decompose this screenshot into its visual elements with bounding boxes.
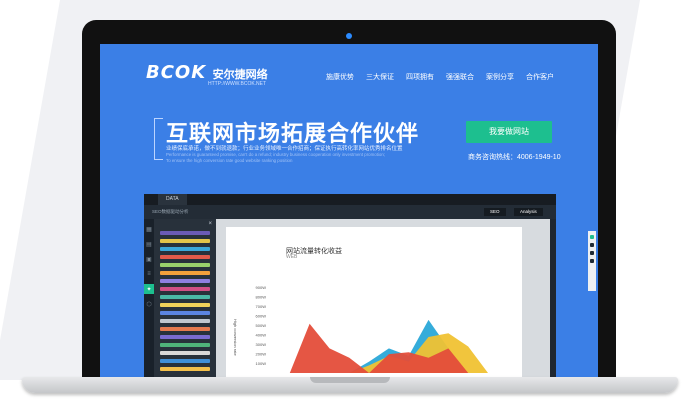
toolbar-title: SEO数据驱动分析 <box>152 209 189 214</box>
color-swatch[interactable] <box>160 311 210 315</box>
analysis-button[interactable]: Analysis <box>514 208 543 216</box>
seo-button[interactable]: SEO <box>484 208 506 216</box>
image-icon[interactable]: ▣ <box>144 254 154 264</box>
cta-button[interactable]: 我要做网站 <box>466 121 552 143</box>
y-tick-label: 800W <box>256 295 267 300</box>
color-swatch[interactable] <box>160 343 210 347</box>
phone-hotline: 商务咨询热线：4006-1949-10 <box>468 154 561 161</box>
logo-cn: 安尔捷网络 <box>212 69 268 81</box>
site-nav: 施康优势 三大保证 四项拥有 强强联合 案例分享 合作客户 <box>326 72 554 82</box>
chart-side-controls <box>588 231 596 291</box>
nav-item-advantage[interactable]: 施康优势 <box>326 72 354 82</box>
zoom-out-icon[interactable] <box>590 243 594 247</box>
color-swatch[interactable] <box>160 279 210 283</box>
color-swatch[interactable] <box>160 287 210 291</box>
laptop-notch <box>310 377 390 383</box>
grid-icon[interactable]: ▦ <box>144 224 154 234</box>
color-swatch[interactable] <box>160 351 210 355</box>
color-swatch[interactable] <box>160 327 210 331</box>
color-swatch[interactable] <box>160 303 210 307</box>
zoom-in-icon[interactable] <box>590 235 594 239</box>
color-swatch[interactable] <box>160 359 210 363</box>
fit-icon[interactable] <box>590 251 594 255</box>
chart-icon[interactable]: ▤ <box>144 239 154 249</box>
color-swatch[interactable] <box>160 271 210 275</box>
area-chart: 900W 800W 700W 600W 500W 400W 300W 200W 100W <box>256 285 488 373</box>
color-swatch[interactable] <box>160 247 210 251</box>
close-icon[interactable]: × <box>208 221 212 227</box>
laptop-screen: BCOK 安尔捷网络 HTTP://WWW.BCOK.NET 施康优势 三大保证… <box>100 44 598 380</box>
site-logo[interactable]: BCOK 安尔捷网络 HTTP://WWW.BCOK.NET <box>146 62 268 87</box>
chart-document: 网站流量转化收益 WEB High conversion rate 900W 80… <box>226 227 522 380</box>
settings-icon[interactable]: ✦ <box>144 284 154 294</box>
y-tick-label: 300W <box>256 342 267 347</box>
color-swatch[interactable] <box>160 255 210 259</box>
hero-bracket <box>154 118 163 160</box>
color-swatch[interactable] <box>160 295 210 299</box>
camera-dot <box>346 33 352 39</box>
y-tick-label: 200W <box>256 352 267 357</box>
color-swatch[interactable] <box>160 263 210 267</box>
hero-english-line-1: Performance is guaranteed promise, can't… <box>166 152 386 157</box>
color-swatch[interactable] <box>160 231 210 235</box>
nav-item-cases[interactable]: 案例分享 <box>486 72 514 82</box>
app-toolbar: SEO数据驱动分析 SEO Analysis <box>144 205 556 219</box>
nav-item-alliance[interactable]: 强强联合 <box>446 72 474 82</box>
chart-canvas: 网站流量转化收益 WEB High conversion rate 900W 80… <box>216 219 596 380</box>
color-swatch[interactable] <box>160 319 210 323</box>
app-sidebar: ▦ ▤ ▣ ≡ ✦ ⬡ <box>144 219 154 380</box>
more-icon[interactable] <box>590 259 594 263</box>
share-icon[interactable]: ⬡ <box>144 299 154 309</box>
nav-item-clients[interactable]: 合作客户 <box>526 72 554 82</box>
hero-subtitle: 业绩保底承诺，做不到就退款；行业业务领域唯一合作招商；保证执行高转化率网站优秀排… <box>166 146 403 152</box>
y-tick-label: 600W <box>256 314 267 319</box>
app-mockup: DATA SEO数据驱动分析 SEO Analysis ▦ ▤ ▣ ≡ ✦ ⬡ … <box>144 194 596 380</box>
hero-english-line-2: To ensure the high conversion rate good … <box>166 158 293 163</box>
y-tick-label: 500W <box>256 323 267 328</box>
color-swatch[interactable] <box>160 335 210 339</box>
color-swatch[interactable] <box>160 367 210 371</box>
tab-data[interactable]: DATA <box>158 194 187 205</box>
app-tabbar: DATA <box>144 194 556 205</box>
color-swatch[interactable] <box>160 239 210 243</box>
logo-text: BCOK <box>146 62 207 83</box>
y-tick-label: 100W <box>256 361 267 366</box>
logo-url: HTTP://WWW.BCOK.NET <box>208 81 267 87</box>
nav-item-guarantee[interactable]: 三大保证 <box>366 72 394 82</box>
nav-item-own[interactable]: 四项拥有 <box>406 72 434 82</box>
laptop-frame: BCOK 安尔捷网络 HTTP://WWW.BCOK.NET 施康优势 三大保证… <box>82 20 616 380</box>
y-tick-label: 400W <box>256 333 267 338</box>
y-tick-label: 900W <box>256 285 267 290</box>
y-tick-label: 700W <box>256 304 267 309</box>
color-panel: × <box>154 219 216 380</box>
layers-icon[interactable]: ≡ <box>144 269 154 279</box>
